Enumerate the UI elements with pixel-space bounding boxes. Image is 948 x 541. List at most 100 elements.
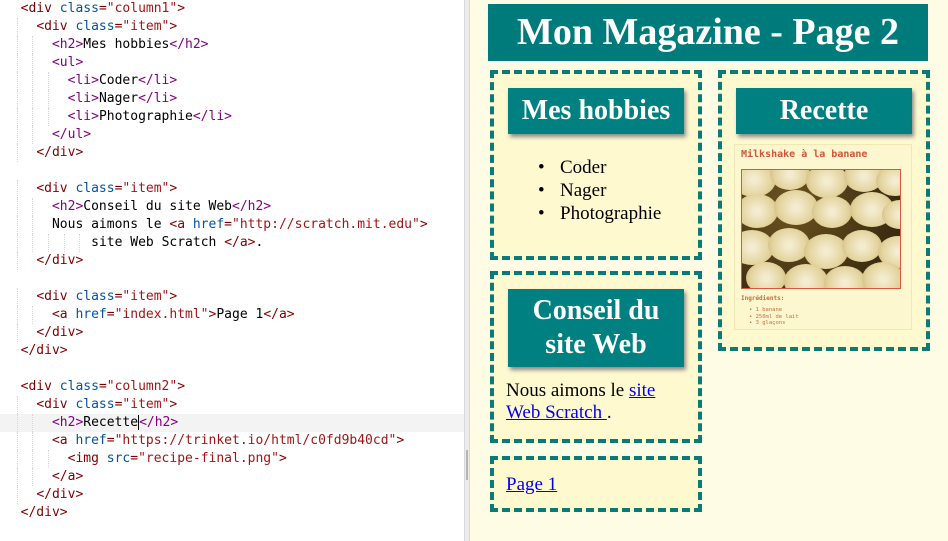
code-line[interactable] bbox=[0, 360, 464, 378]
hobbies-heading: Mes hobbies bbox=[508, 88, 684, 134]
code-content: </div> bbox=[21, 504, 68, 522]
code-token: <li> bbox=[67, 73, 99, 88]
indent-guide bbox=[63, 234, 65, 252]
code-line[interactable]: <img src="recipe-final.png"> bbox=[0, 450, 464, 468]
code-line[interactable]: <div class="item"> bbox=[0, 180, 464, 198]
code-line[interactable]: <li>Photographie</li> bbox=[0, 108, 464, 126]
code-token: class bbox=[75, 181, 115, 196]
code-token: Photographie bbox=[98, 109, 193, 124]
code-content: <img src="recipe-final.png"> bbox=[68, 450, 287, 468]
code-token: </li> bbox=[192, 109, 232, 124]
indent-guide bbox=[16, 468, 18, 486]
tip-text-after: . bbox=[606, 402, 612, 423]
code-content: <li>Photographie</li> bbox=[68, 108, 232, 126]
code-token: <img bbox=[67, 451, 107, 466]
code-token: = bbox=[98, 379, 107, 394]
code-token: </h2> bbox=[169, 37, 209, 52]
code-line[interactable] bbox=[0, 162, 464, 180]
code-content: <div class="item"> bbox=[36, 18, 177, 36]
indent-guide bbox=[16, 72, 18, 90]
code-line[interactable]: <a href="index.html">Page 1</a> bbox=[0, 306, 464, 324]
code-content: Nous aimons le <a href="http://scratch.m… bbox=[52, 216, 428, 234]
code-token: <h2> bbox=[51, 199, 84, 214]
splitter-grip[interactable] bbox=[466, 450, 468, 480]
code-token: </h2> bbox=[139, 415, 179, 430]
code-line[interactable]: </div> bbox=[0, 144, 464, 162]
tip-heading-line-2: site Web bbox=[545, 329, 647, 360]
indent-guide bbox=[32, 108, 34, 126]
code-token: </li> bbox=[138, 73, 178, 88]
code-token: "column2" bbox=[106, 379, 178, 394]
code-line[interactable]: </ul> bbox=[0, 126, 464, 144]
indent-guide bbox=[32, 234, 34, 252]
indent-guide bbox=[16, 414, 18, 432]
code-token: <li> bbox=[67, 109, 99, 124]
code-token: > bbox=[278, 451, 287, 466]
code-line[interactable]: <ul> bbox=[0, 54, 464, 72]
code-content: <div class="item"> bbox=[36, 396, 177, 414]
code-token: = bbox=[98, 1, 107, 16]
code-line[interactable]: </a> bbox=[0, 468, 464, 486]
code-line[interactable]: site Web Scratch </a>. bbox=[0, 234, 464, 252]
code-token: </ul> bbox=[51, 127, 92, 142]
code-token: <div bbox=[36, 289, 76, 304]
code-token: </div> bbox=[36, 325, 84, 340]
code-content: <h2>Mes hobbies</h2> bbox=[52, 36, 209, 54]
code-line[interactable]: <h2>Recette</h2> bbox=[0, 414, 464, 432]
code-token: > bbox=[396, 433, 405, 448]
code-content: <a href="index.html">Page 1</a> bbox=[52, 306, 295, 324]
code-token: Page 1 bbox=[216, 307, 264, 322]
code-token: site Web Scratch bbox=[91, 235, 225, 250]
code-token: <a bbox=[51, 433, 76, 448]
code-line[interactable]: </div> bbox=[0, 324, 464, 342]
code-token: href bbox=[75, 307, 107, 322]
code-line[interactable]: <div class="item"> bbox=[0, 396, 464, 414]
code-token: "recipe-final.png" bbox=[138, 451, 279, 466]
hobbies-box: Mes hobbies Coder Nager Photographie bbox=[490, 70, 702, 260]
code-line[interactable]: </div> bbox=[0, 504, 464, 522]
banana-slice bbox=[806, 170, 848, 198]
code-token: Nous aimons le bbox=[51, 217, 170, 232]
recipe-heading: Recette bbox=[736, 88, 912, 134]
indent-guide bbox=[32, 450, 34, 468]
code-line[interactable]: <div class="item"> bbox=[0, 18, 464, 36]
banana-slice bbox=[824, 266, 866, 288]
indent-guide bbox=[16, 306, 18, 324]
code-line[interactable]: <div class="column2"> bbox=[0, 378, 464, 396]
banana-slice bbox=[812, 196, 852, 228]
code-line[interactable]: </div> bbox=[0, 252, 464, 270]
indent-guide bbox=[16, 288, 18, 306]
indent-guide bbox=[48, 234, 50, 252]
code-line[interactable] bbox=[0, 270, 464, 288]
banana-slice bbox=[742, 194, 778, 228]
indent-guide bbox=[48, 72, 50, 90]
code-content: <ul> bbox=[52, 54, 83, 72]
code-line[interactable]: </div> bbox=[0, 342, 464, 360]
code-content: <h2>Recette</h2> bbox=[52, 414, 178, 432]
code-line[interactable]: </div> bbox=[0, 486, 464, 504]
recipe-image-link[interactable]: Milkshake à la banane Ingrédients: 1 ban… bbox=[734, 144, 912, 330]
page-1-link[interactable]: Page 1 bbox=[506, 474, 557, 496]
banana-slice bbox=[746, 262, 786, 288]
code-content: <li>Nager</li> bbox=[68, 90, 178, 108]
code-token: </a> bbox=[51, 469, 84, 484]
code-token: > bbox=[169, 19, 178, 34]
code-line[interactable]: <li>Nager</li> bbox=[0, 90, 464, 108]
code-token: <div bbox=[20, 379, 60, 394]
indent-guide bbox=[16, 450, 18, 468]
code-line[interactable]: Nous aimons le <a href="http://scratch.m… bbox=[0, 216, 464, 234]
code-line[interactable]: <h2>Conseil du site Web</h2> bbox=[0, 198, 464, 216]
code-line[interactable]: <h2>Mes hobbies</h2> bbox=[0, 36, 464, 54]
tip-heading-line-1: Conseil du bbox=[532, 295, 660, 326]
code-line[interactable]: <div class="column1"> bbox=[0, 0, 464, 18]
code-token: = bbox=[224, 217, 232, 232]
code-content: </a> bbox=[52, 468, 83, 486]
code-line[interactable]: <a href="https://trinket.io/html/c0fd9b4… bbox=[0, 432, 464, 450]
code-line[interactable]: <div class="item"> bbox=[0, 288, 464, 306]
ingredients-list: 1 banane 250ml de lait 3 glaçons bbox=[749, 307, 799, 327]
code-token: > bbox=[177, 1, 186, 16]
indent-guide bbox=[16, 234, 18, 252]
code-editor[interactable]: <div class="column1"> <div class="item"> <… bbox=[0, 0, 464, 541]
code-line[interactable]: <li>Coder</li> bbox=[0, 72, 464, 90]
code-token: = bbox=[106, 307, 115, 322]
